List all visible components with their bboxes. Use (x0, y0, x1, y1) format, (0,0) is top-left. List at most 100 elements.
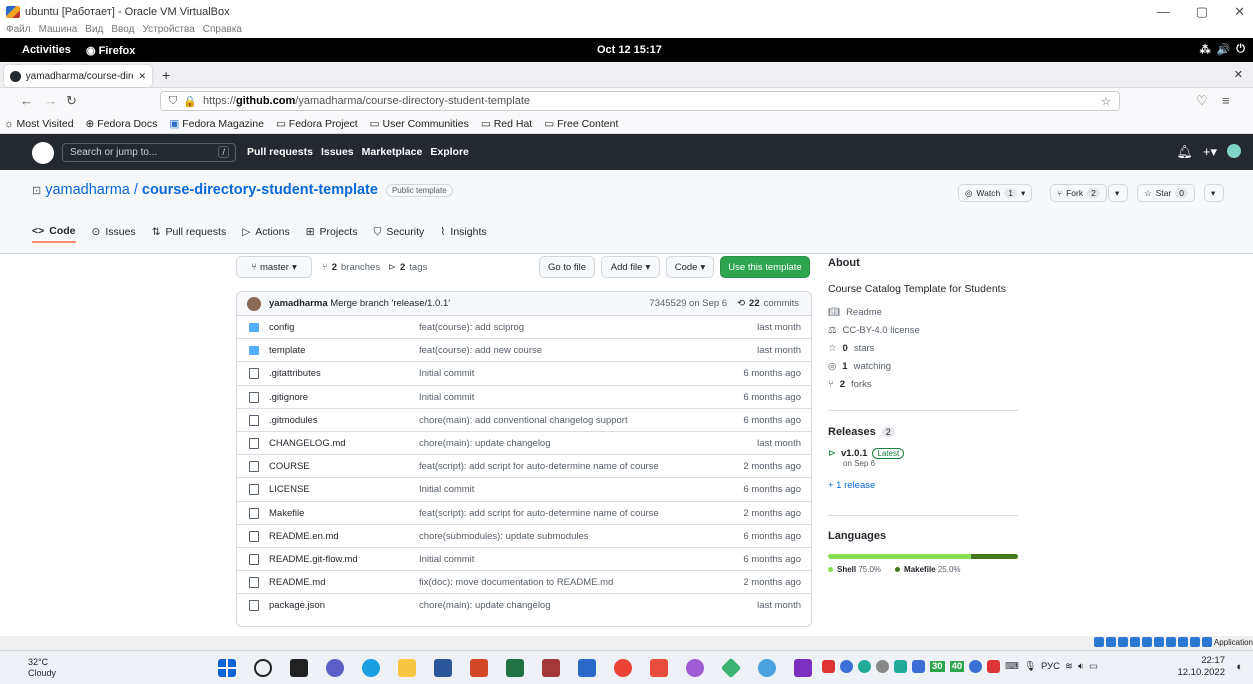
file-commit-message[interactable]: Initial commit (419, 368, 474, 379)
use-template-button[interactable]: Use this template (720, 256, 810, 278)
tags-link[interactable]: ⊳ 2 tags (388, 262, 427, 273)
nav-issues[interactable]: Issues (321, 146, 354, 158)
battery-icon[interactable]: ▭ (1089, 661, 1098, 672)
url-bar[interactable]: ⛉ 🔒 https://github.com/yamadharma/course… (160, 91, 1120, 111)
reload-icon[interactable]: ↻ (66, 93, 77, 109)
fork-dropdown[interactable]: ▾ (1108, 184, 1128, 202)
file-commit-message[interactable]: chore(main): add conventional changelog … (419, 415, 628, 426)
bell-icon[interactable]: 🔔︎ (1176, 144, 1193, 160)
excel-icon[interactable] (506, 659, 524, 677)
watching-link[interactable]: ◎ 1 watching (828, 357, 1018, 375)
file-row[interactable]: CHANGELOG.md chore(main): update changelo… (237, 432, 811, 456)
file-commit-message[interactable]: feat(course): add sciprog (419, 322, 524, 333)
release-version[interactable]: v1.0.1 (841, 448, 867, 459)
host-key-icon[interactable] (1201, 637, 1212, 647)
more-releases-link[interactable]: + 1 release (828, 480, 1018, 491)
file-commit-message[interactable]: chore(main): update changelog (419, 438, 551, 449)
app-icon[interactable] (720, 657, 742, 679)
bookmark-user-communities[interactable]: ▭ User Communities (370, 118, 469, 130)
file-row[interactable]: README.md fix(doc): move documentation to… (237, 571, 811, 595)
forks-link[interactable]: ⑂ 2 forks (828, 375, 1018, 393)
tray-app-icon[interactable] (912, 660, 925, 673)
app-icon[interactable] (758, 659, 776, 677)
tab-security[interactable]: ⛉ Security (373, 221, 424, 243)
list-all-tabs-icon[interactable]: ✕ (1234, 68, 1243, 81)
file-commit-message[interactable]: feat(course): add new course (419, 345, 542, 356)
app-icon[interactable] (794, 659, 812, 677)
app-icon[interactable] (650, 659, 668, 677)
file-row[interactable]: .gitattributes Initial commit 6 months ago (237, 362, 811, 386)
start-icon[interactable] (218, 659, 236, 677)
tab-github[interactable]: yamadharma/course-dire ✕ (4, 65, 152, 87)
tab-close-icon[interactable]: ✕ (138, 71, 146, 82)
branch-selector[interactable]: ⑂ master ▾ (236, 256, 312, 278)
file-name[interactable]: .gitmodules (269, 415, 318, 426)
chat-icon[interactable] (326, 659, 344, 677)
tab-actions[interactable]: ▷ Actions (242, 221, 290, 243)
tray-app-icon[interactable] (876, 660, 889, 673)
menu-help[interactable]: Справка (203, 24, 242, 38)
language-indicator[interactable]: РУС (1041, 661, 1060, 672)
microphone-icon[interactable]: 🎙︎ (1024, 661, 1036, 672)
file-commit-message[interactable]: chore(main): update changelog (419, 600, 551, 611)
file-commit-message[interactable]: feat(script): add script for auto-determ… (419, 461, 659, 472)
stars-link[interactable]: ☆ 0 stars (828, 339, 1018, 357)
commits-count[interactable]: 22 (749, 298, 760, 309)
tray-app-icon[interactable] (822, 660, 835, 673)
virtualbox-icon[interactable] (578, 659, 596, 677)
go-to-file-button[interactable]: Go to file (539, 256, 595, 278)
tray-app-icon[interactable] (894, 660, 907, 673)
bookmark-star-icon[interactable]: ☆ (1101, 95, 1111, 108)
shared-folder-icon[interactable] (1153, 637, 1164, 647)
wifi-icon[interactable]: ≋ (1065, 661, 1073, 672)
bookmark-fedora-project[interactable]: ▭ Fedora Project (276, 118, 358, 130)
repo-name-link[interactable]: course-directory-student-template (142, 182, 378, 198)
watch-button[interactable]: ◎ Watch 1 ▾ (958, 184, 1033, 202)
file-commit-message[interactable]: Initial commit (419, 554, 474, 565)
commit-sha-date[interactable]: 7345529 on Sep 6 (649, 298, 727, 309)
commits-label[interactable]: commits (764, 298, 799, 309)
close-button[interactable]: ✕ (1234, 4, 1245, 20)
menu-devices[interactable]: Устройства (142, 24, 194, 38)
activities-button[interactable]: Activities (22, 44, 71, 56)
file-name[interactable]: .gitattributes (269, 368, 321, 379)
github-logo-icon[interactable] (32, 142, 54, 164)
access-icon[interactable] (542, 659, 560, 677)
menu-input[interactable]: Ввод (111, 24, 134, 38)
file-row[interactable]: COURSE feat(script): add script for auto-… (237, 455, 811, 479)
hdd-icon[interactable] (1093, 637, 1104, 647)
shield-icon[interactable]: ⛉ (169, 95, 177, 108)
file-row[interactable]: .gitignore Initial commit 6 months ago (237, 386, 811, 409)
file-name[interactable]: README.md (269, 577, 325, 588)
file-name[interactable]: README.git-flow.md (269, 554, 358, 565)
file-commit-message[interactable]: Initial commit (419, 484, 474, 495)
tray-app-icon[interactable] (987, 660, 1001, 673)
nav-marketplace[interactable]: Marketplace (362, 146, 423, 158)
tab-insights[interactable]: ⌇ Insights (440, 221, 486, 243)
menu-file[interactable]: Файл (6, 24, 31, 38)
file-row[interactable]: config feat(course): add sciprog last mont… (237, 316, 811, 340)
file-row[interactable]: README.en.md chore(submodules): update su… (237, 525, 811, 548)
language-item[interactable]: Shell 75.0% (828, 565, 881, 574)
repo-owner-link[interactable]: yamadharma (45, 182, 130, 198)
search-input[interactable]: Search or jump to... / (62, 143, 236, 162)
avatar[interactable] (247, 297, 261, 311)
star-dropdown[interactable]: ▾ (1204, 184, 1224, 202)
volume-icon[interactable]: 🔉︎ (1078, 661, 1084, 672)
display-icon[interactable] (1165, 637, 1176, 647)
readme-link[interactable]: 📖︎ Readme (828, 303, 1018, 321)
pocket-icon[interactable]: ♡ (1196, 93, 1208, 109)
nav-explore[interactable]: Explore (430, 146, 469, 158)
network-icon[interactable] (1129, 637, 1140, 647)
code-button[interactable]: Code ▾ (666, 256, 714, 278)
commit-author[interactable]: yamadharma (269, 298, 328, 309)
add-file-button[interactable]: Add file ▾ (601, 256, 660, 278)
menu-view[interactable]: Вид (85, 24, 103, 38)
tray-app-icon[interactable] (840, 660, 853, 673)
bookmark-free-content[interactable]: ▭ Free Content (544, 118, 618, 130)
tray-number[interactable]: 30 (930, 661, 945, 672)
optical-icon[interactable] (1105, 637, 1116, 647)
tray-app-icon[interactable] (969, 660, 983, 673)
nav-pull-requests[interactable]: Pull requests (247, 146, 313, 158)
file-name[interactable]: config (269, 322, 294, 333)
